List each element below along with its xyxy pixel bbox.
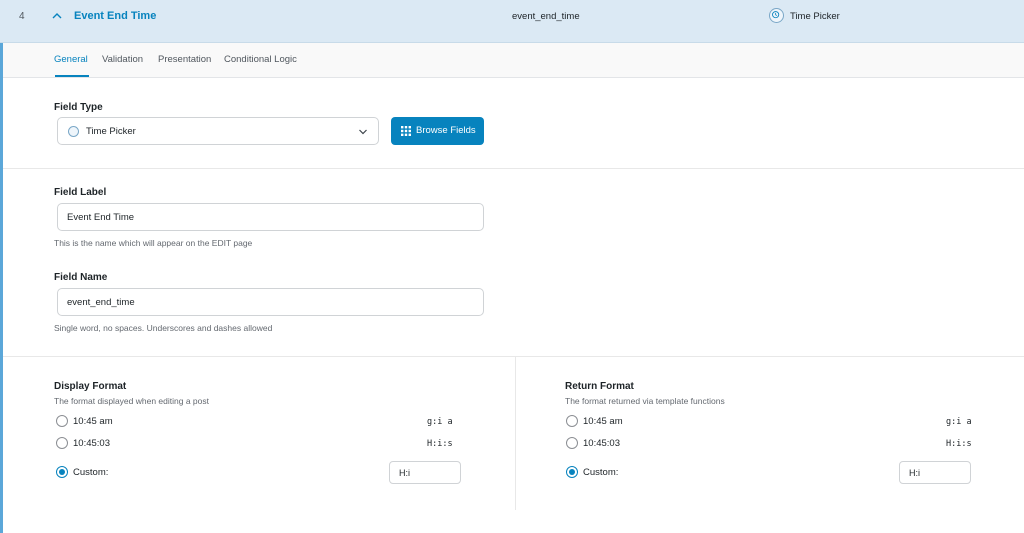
field-title-link[interactable]: Event End Time xyxy=(74,10,156,22)
display-format-option-2[interactable]: 10:45:03 xyxy=(56,437,476,451)
display-format-custom-input[interactable]: H:i xyxy=(389,461,461,484)
field-settings-panel: General Validation Presentation Conditio… xyxy=(0,43,1024,533)
option-label: Custom: xyxy=(583,467,619,478)
display-format-option-1[interactable]: 10:45 am xyxy=(56,415,476,429)
browse-fields-label: Browse Fields xyxy=(416,125,476,136)
chevron-down-icon xyxy=(359,129,367,135)
radio-button[interactable] xyxy=(566,437,578,449)
clock-icon xyxy=(68,126,79,137)
radio-button[interactable] xyxy=(56,437,68,449)
settings-tabs: General Validation Presentation Conditio… xyxy=(3,43,1024,78)
option-label: 10:45:03 xyxy=(583,438,620,449)
display-format-option-custom[interactable]: Custom: xyxy=(56,466,176,480)
display-format-description: The format displayed when editing a post xyxy=(54,396,209,406)
tab-validation[interactable]: Validation xyxy=(102,54,143,65)
radio-button[interactable] xyxy=(566,415,578,427)
tab-general[interactable]: General xyxy=(54,54,88,65)
option-label: Custom: xyxy=(73,467,109,478)
field-name-description: Single word, no spaces. Underscores and … xyxy=(54,323,273,333)
format-code: H:i:s xyxy=(946,439,972,449)
return-format-custom-input[interactable]: H:i xyxy=(899,461,971,484)
format-code: H:i:s xyxy=(427,439,453,449)
browse-fields-button[interactable]: Browse Fields xyxy=(391,117,484,145)
return-format-option-1[interactable]: 10:45 am xyxy=(566,415,986,429)
field-key: event_end_time xyxy=(512,11,580,22)
display-format-heading: Display Format xyxy=(54,381,127,392)
field-label-description: This is the name which will appear on th… xyxy=(54,238,253,248)
active-tab-indicator xyxy=(55,75,89,77)
return-format-option-custom[interactable]: Custom: xyxy=(566,466,686,480)
return-format-description: The format returned via template functio… xyxy=(565,396,725,406)
field-type-select[interactable]: Time Picker xyxy=(57,117,379,145)
field-type-label: Time Picker xyxy=(790,11,840,22)
option-label: 10:45 am xyxy=(73,416,113,427)
field-label-heading: Field Label xyxy=(54,187,107,198)
grid-icon xyxy=(401,126,411,136)
field-type-label-heading: Field Type xyxy=(54,102,103,113)
option-label: 10:45 am xyxy=(583,416,623,427)
custom-format-value: H:i xyxy=(909,468,920,478)
clock-icon xyxy=(769,8,784,23)
custom-format-value: H:i xyxy=(399,468,410,478)
format-code: g:i a xyxy=(946,417,972,427)
field-name-input[interactable]: event_end_time xyxy=(57,288,484,316)
radio-button-checked[interactable] xyxy=(56,466,68,478)
field-name-value: event_end_time xyxy=(67,297,135,308)
field-name-heading: Field Name xyxy=(54,272,108,283)
field-header-row[interactable]: 4 Event End Time event_end_time Time Pic… xyxy=(0,0,1024,43)
chevron-up-icon[interactable] xyxy=(51,10,63,22)
field-label-input[interactable]: Event End Time xyxy=(57,203,484,231)
column-divider xyxy=(515,356,516,510)
field-type-selected-value: Time Picker xyxy=(86,126,136,137)
radio-button[interactable] xyxy=(56,415,68,427)
return-format-heading: Return Format xyxy=(565,381,634,392)
option-label: 10:45:03 xyxy=(73,438,110,449)
field-label-value: Event End Time xyxy=(67,212,135,223)
tab-conditional-logic[interactable]: Conditional Logic xyxy=(224,54,297,65)
radio-button-checked[interactable] xyxy=(566,466,578,478)
tab-presentation[interactable]: Presentation xyxy=(158,54,211,65)
format-code: g:i a xyxy=(427,417,453,427)
field-order-number: 4 xyxy=(19,11,25,22)
return-format-option-2[interactable]: 10:45:03 xyxy=(566,437,986,451)
